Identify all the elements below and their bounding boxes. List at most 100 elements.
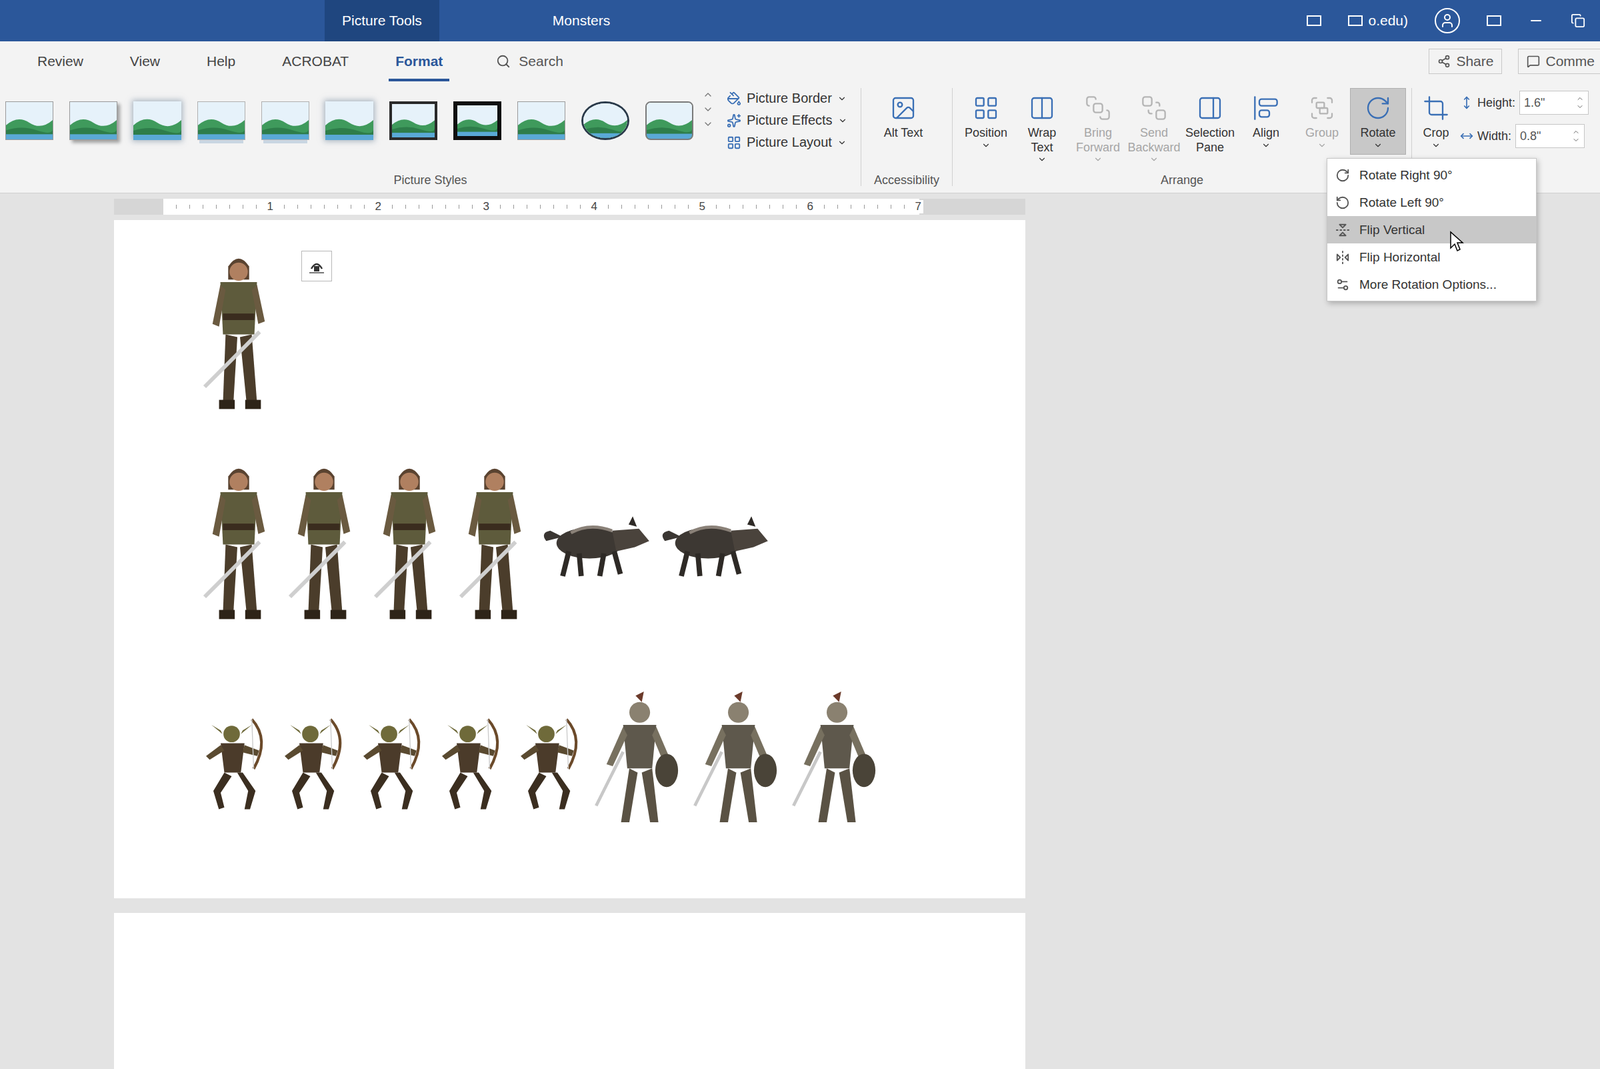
arrange-button[interactable]: Selection Pane <box>1182 88 1238 160</box>
arrange-button[interactable]: Align <box>1238 88 1294 155</box>
style-thumbnail[interactable] <box>325 101 374 140</box>
ribbon-tab[interactable]: ACROBAT <box>275 41 356 82</box>
dropdown-arrow-icon <box>981 140 991 150</box>
goblin-image[interactable] <box>356 707 430 821</box>
ruler-margin[interactable] <box>114 198 164 215</box>
restore-icon[interactable] <box>1570 13 1586 28</box>
warrior-picture[interactable] <box>284 460 364 631</box>
warrior-picture[interactable] <box>198 460 279 631</box>
menu-item[interactable]: Rotate Right 90° <box>1327 161 1536 189</box>
command-label: Picture Layout <box>746 134 832 150</box>
goblin-picture[interactable] <box>277 707 351 821</box>
ruler-inch: 6 <box>703 198 812 215</box>
wolf-image[interactable] <box>540 502 654 590</box>
style-thumbnail[interactable] <box>581 101 630 140</box>
share-button[interactable]: Share <box>1428 48 1502 74</box>
style-thumbnail[interactable] <box>453 101 502 140</box>
goblin-image[interactable] <box>277 707 351 821</box>
style-thumbnail[interactable] <box>133 101 182 140</box>
warrior-image[interactable] <box>198 460 279 631</box>
spin-down-icon <box>1572 136 1580 144</box>
dropdown-arrow-icon <box>1317 140 1327 150</box>
style-thumbnail[interactable] <box>517 101 566 140</box>
menu-item[interactable]: Flip Vertical <box>1327 216 1536 244</box>
skeleton-image[interactable] <box>592 690 686 838</box>
warrior-picture[interactable] <box>454 460 535 631</box>
goblin-picture[interactable] <box>356 707 430 821</box>
warrior-picture[interactable] <box>369 460 450 631</box>
minimize-icon[interactable] <box>1528 12 1544 29</box>
goblin-image[interactable] <box>198 707 272 821</box>
ribbon-tab[interactable]: Help <box>200 41 242 82</box>
height-input[interactable]: 1.6" <box>1519 90 1589 115</box>
spinner[interactable] <box>1572 128 1580 144</box>
ribbon-display-icon[interactable] <box>1306 15 1322 26</box>
height-icon <box>1460 96 1474 110</box>
skeleton-picture[interactable] <box>789 690 883 838</box>
skeleton-picture[interactable] <box>592 690 686 838</box>
dropdown-arrow-icon <box>1037 154 1047 164</box>
height-label: Height: <box>1477 96 1516 110</box>
picture-command[interactable]: Picture Effects <box>726 111 848 130</box>
style-thumbnail[interactable] <box>389 101 438 140</box>
layout-options-button[interactable] <box>301 250 332 282</box>
dropdown-arrow-icon <box>1373 140 1383 150</box>
arrange-button[interactable]: Send Backward <box>1126 88 1182 169</box>
arrange-button[interactable]: Wrap Text <box>1014 88 1070 169</box>
size-fields: Height:1.6" Width:0.8" <box>1454 81 1589 148</box>
warrior-image[interactable] <box>284 460 364 631</box>
wolf-image[interactable] <box>658 502 772 590</box>
scroll-down-icon[interactable] <box>702 104 714 115</box>
word-window: Picture ToolsMonsterso.edu)ReviewViewHel… <box>0 0 1600 1069</box>
group-content: Alt Text <box>866 81 947 171</box>
alt-text-button[interactable]: Alt Text <box>866 88 940 146</box>
picture-command[interactable]: Picture Border <box>726 89 848 108</box>
ribbon-tab[interactable]: Review <box>30 41 90 82</box>
warrior-picture[interactable] <box>198 250 279 421</box>
search-box[interactable]: Search <box>496 41 564 82</box>
comments-button[interactable]: Comme <box>1518 48 1600 74</box>
menu-item[interactable]: Rotate Left 90° <box>1327 188 1536 216</box>
warrior-image[interactable] <box>369 460 450 631</box>
goblin-image[interactable] <box>513 707 587 821</box>
arrange-button[interactable]: Bring Forward <box>1070 88 1126 169</box>
wolf-picture[interactable] <box>658 502 772 590</box>
skeleton-picture[interactable] <box>690 690 784 838</box>
goblin-picture[interactable] <box>434 707 508 821</box>
warrior-image[interactable] <box>198 250 279 421</box>
goblin-image[interactable] <box>434 707 508 821</box>
arrange-button[interactable]: Position <box>958 88 1014 155</box>
ribbon-tabs: Review View Help ACROBAT Format Search Share Co… <box>0 41 1600 82</box>
options-icon[interactable] <box>1486 15 1502 26</box>
goblin-picture[interactable] <box>198 707 272 821</box>
goblin-picture[interactable] <box>513 707 587 821</box>
gallery-more-icon[interactable] <box>702 118 714 130</box>
arrange-button[interactable]: Rotate <box>1350 88 1406 155</box>
ribbon-tab[interactable]: View <box>123 41 167 82</box>
button-label: Crop <box>1422 126 1449 141</box>
landscape-icon <box>583 103 628 138</box>
crop-button[interactable]: Crop <box>1417 88 1455 155</box>
wolf-picture[interactable] <box>540 502 654 590</box>
scroll-up-icon[interactable] <box>702 89 714 100</box>
context-tab[interactable]: Picture Tools <box>324 0 440 42</box>
style-thumbnail[interactable] <box>69 101 118 140</box>
menu-item[interactable]: More Rotation Options... <box>1327 270 1536 298</box>
skeleton-image[interactable] <box>690 690 784 838</box>
menu-item[interactable]: Flip Horizontal <box>1327 243 1536 271</box>
width-label: Width: <box>1477 129 1512 144</box>
style-thumbnail[interactable] <box>261 101 310 140</box>
spinner[interactable] <box>1576 94 1584 111</box>
ribbon-tab[interactable]: Format <box>388 41 450 82</box>
skeleton-image[interactable] <box>789 690 883 838</box>
avatar-icon[interactable] <box>1434 8 1460 34</box>
picture-command[interactable]: Picture Layout <box>726 133 848 152</box>
style-thumbnail[interactable] <box>197 101 246 140</box>
warrior-image[interactable] <box>454 460 535 631</box>
arrange-button[interactable]: Group <box>1294 88 1350 155</box>
width-input[interactable]: 0.8" <box>1515 124 1585 148</box>
style-thumbnail[interactable] <box>5 101 54 140</box>
account-name: o.edu) <box>1368 12 1408 29</box>
account[interactable]: o.edu) <box>1348 12 1408 29</box>
style-thumbnail[interactable] <box>645 101 694 140</box>
